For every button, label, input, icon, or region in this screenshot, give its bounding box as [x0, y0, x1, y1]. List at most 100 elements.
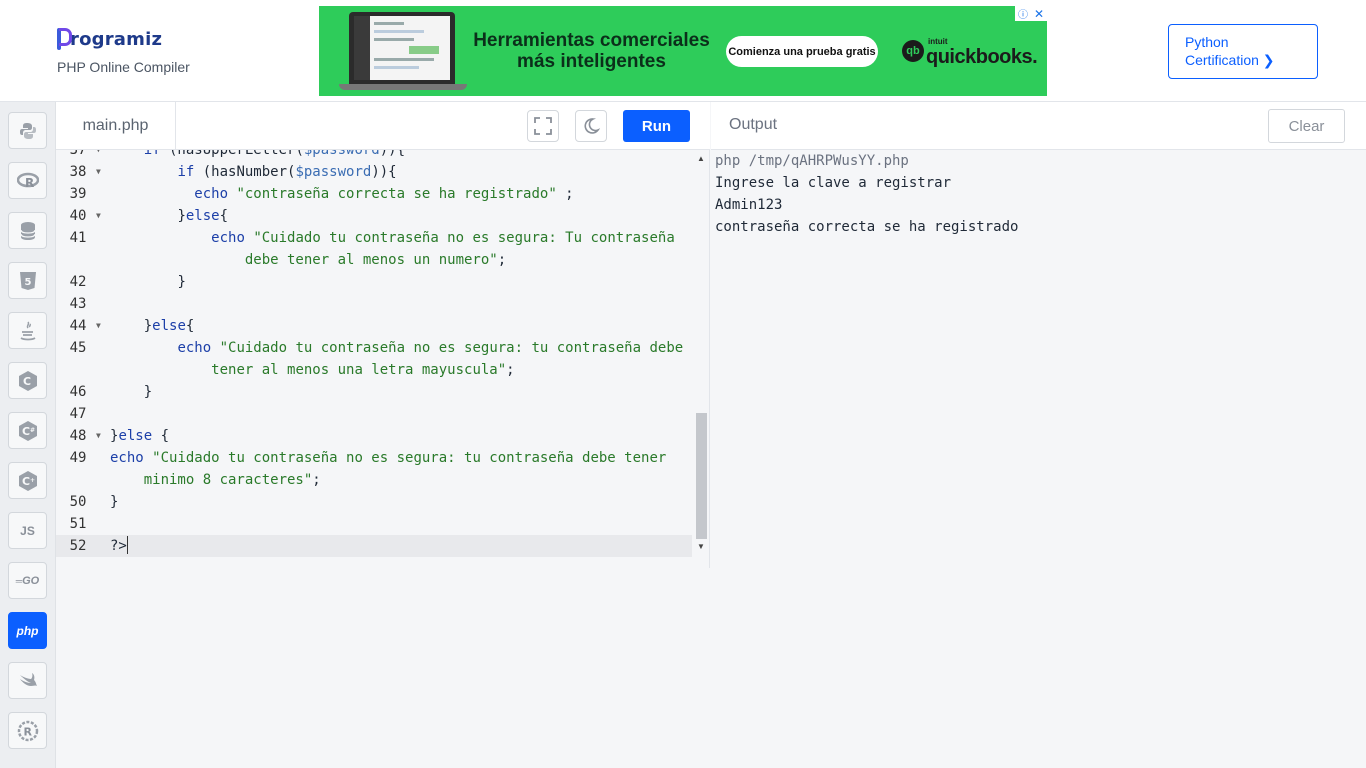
code-line[interactable]: 49 echo "Cuidado tu contraseña no es segu…	[56, 447, 692, 469]
javascript-icon[interactable]: JS	[8, 512, 47, 549]
text-cursor	[126, 536, 128, 554]
code-text: echo "Cuidado tu contraseña no es segura…	[110, 450, 667, 466]
cpp-icon[interactable]: C +	[8, 462, 47, 499]
code-line[interactable]: 38 ▼ if (hasNumber($password)){	[56, 161, 692, 183]
html5-icon[interactable]: 5	[8, 262, 47, 299]
code-text: tener al menos una letra mayuscula";	[211, 362, 515, 378]
code-line[interactable]: 52 ?>	[56, 535, 692, 557]
php-icon[interactable]: php	[8, 612, 47, 649]
output-toolbar: Output Clear	[711, 102, 1366, 150]
output-line: Admin123	[715, 197, 783, 213]
code-line[interactable]: tener al menos una letra mayuscula";	[56, 359, 692, 381]
clear-button[interactable]: Clear	[1268, 109, 1345, 143]
line-number: 47	[69, 406, 87, 422]
advertisement-banner[interactable]: Herramientas comerciales más inteligente…	[319, 6, 1047, 96]
code-text: }else{	[143, 318, 195, 334]
programiz-logo-icon	[57, 28, 72, 50]
editor-toolbar: main.php Run	[56, 102, 710, 150]
code-line[interactable]: 44 ▼ }else{	[56, 315, 692, 337]
moon-icon	[584, 118, 600, 134]
code-line[interactable]: debe tener al menos un numero";	[56, 249, 692, 271]
sql-database-icon[interactable]	[8, 212, 47, 249]
python-certification-button[interactable]: Python Certification ❯	[1168, 24, 1318, 79]
code-line[interactable]: 48 ▼ }else {	[56, 425, 692, 447]
svg-text:#: #	[30, 427, 35, 434]
code-text: }	[177, 274, 186, 290]
ad-close-icon[interactable]: ✕	[1031, 6, 1047, 21]
ad-brand: quickbooks.	[926, 46, 1038, 68]
code-editor[interactable]: 52 ?> 51 50} minimo 8 caracteres"; 49 echo "C…	[56, 150, 710, 568]
svg-text:5: 5	[24, 277, 31, 288]
svg-text:C: C	[22, 475, 30, 488]
fullscreen-button[interactable]	[527, 110, 559, 142]
fullscreen-icon	[534, 117, 552, 135]
code-line[interactable]: 43	[56, 293, 692, 315]
output-line: Ingrese la clave a registrar	[715, 175, 952, 191]
line-number: 44	[69, 318, 87, 334]
quickbooks-logo-icon: qb	[902, 40, 924, 62]
programiz-logo[interactable]: rogramiz	[57, 28, 162, 50]
line-number: 50	[69, 494, 87, 510]
svg-text:C: C	[23, 375, 31, 388]
fold-arrow-icon[interactable]: ▼	[96, 425, 101, 447]
fold-arrow-icon[interactable]: ▼	[96, 315, 101, 337]
code-line[interactable]: 50}	[56, 491, 692, 513]
fold-arrow-icon[interactable]: ▼	[96, 161, 101, 183]
code-line[interactable]: 40 ▼ }else{	[56, 205, 692, 227]
code-text: if (hasNumber($password)){	[177, 164, 397, 180]
code-line[interactable]: 46 }	[56, 381, 692, 403]
line-number: 49	[69, 450, 87, 466]
fold-arrow-icon[interactable]: ▼	[96, 150, 101, 161]
fold-arrow-icon[interactable]: ▼	[96, 205, 101, 227]
ad-cta-button[interactable]: Comienza una prueba gratis	[726, 36, 878, 67]
scroll-up-icon[interactable]: ▲	[697, 154, 705, 163]
tab-main-php[interactable]: main.php	[56, 102, 176, 150]
code-line[interactable]: 39 echo "contraseña correcta se ha regis…	[56, 183, 692, 205]
output-console[interactable]: php /tmp/qAHRPWusYY.php Ingrese la clave …	[711, 150, 1366, 568]
code-line[interactable]: minimo 8 caracteres";	[56, 469, 692, 491]
ad-info-icon[interactable]: ⓘ	[1015, 6, 1031, 21]
go-label: GO	[22, 574, 40, 587]
code-text: }	[143, 384, 153, 400]
code-line[interactable]: 47	[56, 403, 692, 425]
logo-text: rogramiz	[70, 28, 163, 50]
swift-icon[interactable]	[8, 662, 47, 699]
code-text: }else{	[177, 208, 229, 224]
r-language-icon[interactable]: R	[8, 162, 47, 199]
line-number: 45	[69, 340, 87, 356]
c-language-icon[interactable]: C	[8, 362, 47, 399]
code-line[interactable]: 37 ▼ if (hasUpperLetter($password)){	[56, 150, 692, 161]
line-number: 48	[69, 428, 87, 444]
line-number: 38	[69, 164, 87, 180]
line-number: 39	[69, 186, 87, 202]
java-icon[interactable]	[8, 312, 47, 349]
code-line[interactable]: 45 echo "Cuidado tu contraseña no es seg…	[56, 337, 692, 359]
line-number: 52	[69, 538, 87, 554]
run-button[interactable]: Run	[623, 110, 690, 142]
code-text: }else {	[110, 428, 170, 444]
javascript-label: JS	[20, 523, 35, 538]
code-line[interactable]: 41 echo "Cuidado tu contraseña no es seg…	[56, 227, 692, 249]
svg-text:C: C	[22, 425, 30, 438]
line-number: 40	[69, 208, 87, 224]
svg-text:R: R	[25, 176, 34, 190]
ad-brand-small: intuit	[928, 37, 948, 46]
line-number: 42	[69, 274, 87, 290]
scroll-down-icon[interactable]: ▼	[697, 542, 705, 551]
dark-mode-button[interactable]	[575, 110, 607, 142]
output-line: contraseña correcta se ha registrado	[715, 219, 1019, 235]
code-text: debe tener al menos un numero";	[244, 252, 507, 268]
language-sidebar: R 5 C C # C + JS ═ GO php R	[0, 102, 56, 768]
line-number: 43	[69, 296, 87, 312]
header: rogramiz PHP Online Compiler Herramienta…	[0, 0, 1366, 102]
code-line[interactable]: 51	[56, 513, 692, 535]
code-line[interactable]: 42 }	[56, 271, 692, 293]
python-icon[interactable]	[8, 112, 47, 149]
rust-icon[interactable]: R	[8, 712, 47, 749]
editor-scrollbar-thumb[interactable]	[696, 413, 707, 539]
code-text: echo "Cuidado tu contraseña no es segura…	[211, 230, 675, 246]
csharp-icon[interactable]: C #	[8, 412, 47, 449]
code-text: echo "Cuidado tu contraseña no es segura…	[177, 340, 684, 356]
code-text: echo "contraseña correcta se ha registra…	[194, 186, 574, 202]
go-icon[interactable]: ═ GO	[8, 562, 47, 599]
